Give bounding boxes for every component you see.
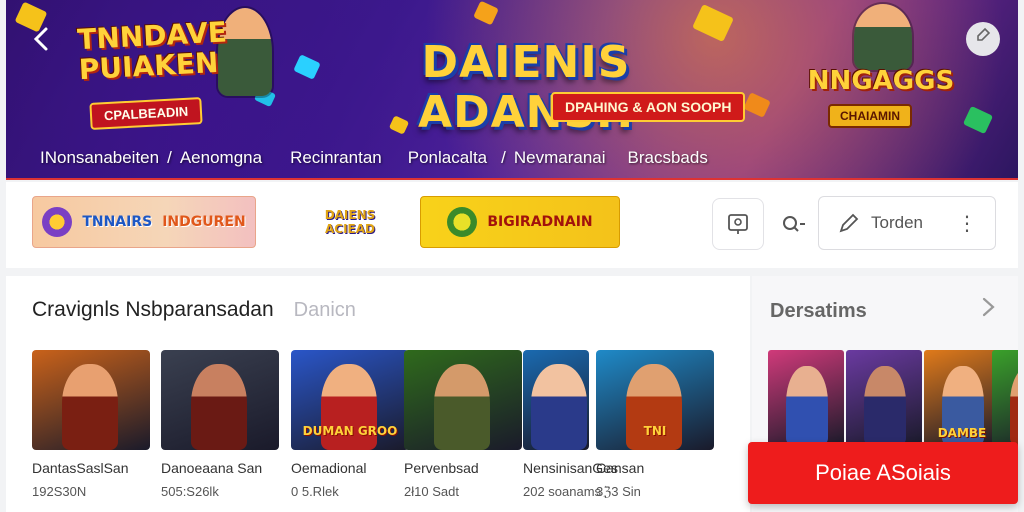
filter-toolbar: TNNAIRS INDGUREN DAIENS ACIEAD BIGIRADNA…	[6, 182, 1018, 268]
nav-link-1[interactable]: INonsanabeiten	[40, 148, 159, 168]
promo-chip-1-text-b: INDGUREN	[162, 214, 246, 230]
primary-cta-button[interactable]: Poiae ASoiais	[748, 442, 1018, 504]
promo-chip-2[interactable]: DAIENS ACIEAD	[312, 196, 388, 248]
hero-subtitle-left: CPALBEADIN	[89, 97, 203, 130]
back-button[interactable]	[28, 26, 56, 54]
side-panel-title: Dersatims	[770, 300, 867, 322]
side-thumb-banner: DAMBE	[937, 426, 987, 440]
game-card-list: DantasSaslSan 192S30N Danoeaana San 505:S26…	[32, 350, 750, 512]
game-card-banner: DUMAN GROO	[302, 424, 398, 438]
confetti-piece	[962, 105, 994, 135]
promo-chip-1[interactable]: TNNAIRS INDGUREN	[32, 196, 256, 248]
hero-title-left: TNNDAVE PUIAKEN	[76, 15, 228, 87]
game-card[interactable]: TNI Cansan 3ℨ3 Sin	[596, 350, 714, 512]
nav-separator: /	[167, 148, 172, 167]
game-card-name: NensinisanGes	[523, 460, 618, 476]
image-icon	[728, 214, 748, 234]
game-card[interactable]: Danoeaana San 505:S26lk	[161, 350, 279, 512]
game-card-meta: 192S30N	[32, 484, 87, 499]
hero-title-main: DAIENIS ADANSH	[418, 37, 634, 138]
game-card[interactable]: DantasSaslSan 192S30N	[32, 350, 150, 512]
image-search-button[interactable]	[712, 198, 764, 250]
side-thumb-list: DAMBE TN	[768, 350, 1018, 450]
game-card-meta: 202 soanams	[523, 484, 602, 499]
nav-link-2[interactable]: Aenomgna	[180, 148, 262, 168]
game-card[interactable]: DUMAN GROO Oemadional 0 5.Rlek	[291, 350, 409, 512]
hero-title-right: NNGAGGS	[807, 66, 955, 96]
section-header: Cravignls Nsbparansadan Danicn	[32, 298, 356, 322]
promo-chip-1-text-a: TNNAIRS	[82, 214, 153, 230]
game-card-thumbnail	[32, 350, 150, 450]
promo-chip-3-text: BIGIRADNAIN	[487, 214, 593, 230]
game-card[interactable]: Pervenbsad 2ł10 Sadt	[404, 350, 522, 512]
confetti-piece	[743, 92, 771, 118]
game-card-meta: 2ł10 Sadt	[404, 484, 459, 499]
game-card-name: Danoeaana San	[161, 460, 263, 476]
nav-link-3[interactable]: Recinrantan	[290, 148, 382, 168]
main-section: Cravignls Nsbparansadan Danicn DantasSas…	[6, 276, 750, 512]
nav-link-6[interactable]: Bracsbads	[628, 148, 708, 168]
game-character-art	[786, 366, 828, 446]
game-card-meta: 0 5.Rlek	[291, 484, 339, 499]
game-card-meta: 3ℨ3 Sin	[596, 484, 641, 499]
chevron-right-icon[interactable]	[978, 296, 998, 325]
game-card-name: Cansan	[596, 460, 645, 476]
game-character-art	[62, 364, 118, 450]
more-vertical-icon[interactable]: ⋮	[957, 211, 977, 236]
game-card-name: DantasSaslSan	[32, 460, 129, 476]
pen-icon	[839, 213, 859, 233]
game-card-thumbnail: TNI	[596, 350, 714, 450]
game-character-art	[434, 364, 490, 450]
hero-nav: INonsanabeiten / Aenomgna Recinrantan Po…	[6, 140, 1018, 176]
confetti-piece	[692, 4, 734, 42]
side-thumb-banner: TN	[996, 426, 1018, 440]
game-character-art	[191, 364, 247, 450]
section-title: Cravignls Nsbparansadan	[32, 298, 274, 321]
token-label: Torden	[871, 213, 923, 232]
side-thumb[interactable]: TN	[992, 350, 1018, 446]
game-card-thumbnail	[161, 350, 279, 450]
brush-icon	[977, 27, 991, 41]
badge-icon	[447, 207, 478, 237]
badge-icon	[42, 207, 73, 237]
game-card[interactable]: NensinisanGes 202 soanams	[523, 350, 618, 512]
promo-chip-2-line-1: DAIENS	[324, 208, 376, 222]
side-thumb[interactable]	[846, 350, 922, 446]
hero-banner: TNNDAVE PUIAKEN CPALBEADIN DAIENIS ADANS…	[6, 0, 1018, 180]
hero-menu-button[interactable]	[966, 22, 1000, 56]
game-card-banner: TNI	[643, 424, 667, 438]
hero-character-right	[854, 4, 912, 70]
promo-chip-3[interactable]: BIGIRADNAIN	[420, 196, 620, 248]
game-card-meta: 505:S26lk	[161, 484, 219, 499]
chevron-left-icon	[33, 27, 48, 51]
game-card-thumbnail: DUMAN GROO	[291, 350, 409, 450]
confetti-piece	[473, 0, 499, 26]
nav-separator: /	[501, 148, 506, 167]
side-thumb[interactable]	[768, 350, 844, 446]
game-character-art	[864, 366, 906, 446]
nav-link-4[interactable]: Ponlacalta	[408, 148, 487, 168]
search-icon	[783, 216, 805, 232]
game-card-name: Pervenbsad	[404, 460, 479, 476]
game-card-name: Oemadional	[291, 460, 367, 476]
hero-subtitle-main: DPAHING & AON SOOPH	[551, 92, 746, 122]
hero-subtitle-right: CHAIAMIN	[828, 104, 912, 128]
side-thumb[interactable]: DAMBE	[924, 350, 1000, 446]
section-subtitle[interactable]: Danicn	[294, 299, 356, 322]
search-button[interactable]	[768, 198, 820, 250]
game-card-thumbnail	[404, 350, 522, 450]
nav-link-5[interactable]: Nevmaranai	[514, 148, 606, 168]
promo-chip-2-line-2: ACIEAD	[324, 222, 375, 236]
game-card-thumbnail	[523, 350, 589, 450]
game-character-art	[531, 364, 587, 450]
token-field[interactable]: Torden ⋮	[818, 196, 996, 250]
